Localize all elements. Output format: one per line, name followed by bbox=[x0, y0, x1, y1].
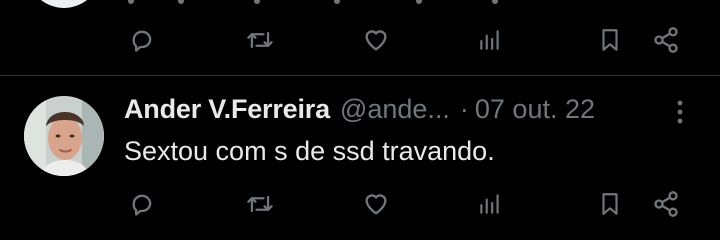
share-button[interactable] bbox=[644, 184, 688, 224]
like-button[interactable] bbox=[354, 20, 398, 60]
bar-chart-icon bbox=[480, 30, 499, 50]
speech-bubble-icon bbox=[132, 30, 152, 52]
tweet-divider bbox=[0, 75, 720, 76]
tweet-actions bbox=[120, 184, 700, 224]
bookmark-button[interactable] bbox=[588, 20, 632, 60]
previous-tweet-avatar[interactable] bbox=[24, 0, 104, 8]
share-nodes-icon bbox=[654, 191, 678, 217]
heart-icon bbox=[365, 194, 387, 215]
bookmark-icon bbox=[602, 29, 618, 51]
avatar[interactable] bbox=[24, 96, 104, 176]
tweet-date[interactable]: 07 out. 22 bbox=[475, 94, 595, 125]
bar-chart-icon bbox=[480, 194, 499, 214]
share-nodes-icon bbox=[654, 27, 678, 53]
views-button[interactable] bbox=[468, 184, 512, 224]
avatar-photo bbox=[24, 96, 104, 176]
share-button[interactable] bbox=[644, 20, 688, 60]
vertical-dots-icon bbox=[677, 100, 683, 124]
reply-button[interactable] bbox=[120, 184, 164, 224]
tweet-header: Ander V.Ferreira @ande... · 07 out. 22 bbox=[124, 94, 595, 128]
header-separator: · bbox=[459, 94, 469, 124]
bookmark-icon bbox=[602, 193, 618, 215]
heart-icon bbox=[365, 30, 387, 51]
speech-bubble-icon bbox=[132, 194, 152, 216]
tweet-text: Sextou com s de ssd travando. bbox=[124, 136, 495, 166]
retweet-arrows-icon bbox=[247, 31, 273, 49]
retweet-button[interactable] bbox=[238, 184, 282, 224]
author-name[interactable]: Ander V.Ferreira bbox=[124, 94, 330, 125]
bookmark-button[interactable] bbox=[588, 184, 632, 224]
retweet-button[interactable] bbox=[238, 20, 282, 60]
like-button[interactable] bbox=[354, 184, 398, 224]
retweet-arrows-icon bbox=[247, 195, 273, 213]
views-button[interactable] bbox=[468, 20, 512, 60]
more-options-button[interactable] bbox=[664, 96, 696, 128]
author-handle[interactable]: @ande... bbox=[340, 94, 450, 125]
previous-tweet-actions bbox=[120, 20, 700, 60]
reply-button[interactable] bbox=[120, 20, 164, 60]
timeline: Ander V.Ferreira @ande... · 07 out. 22 S… bbox=[0, 0, 720, 240]
previous-tweet-text-fragment bbox=[120, 0, 520, 6]
